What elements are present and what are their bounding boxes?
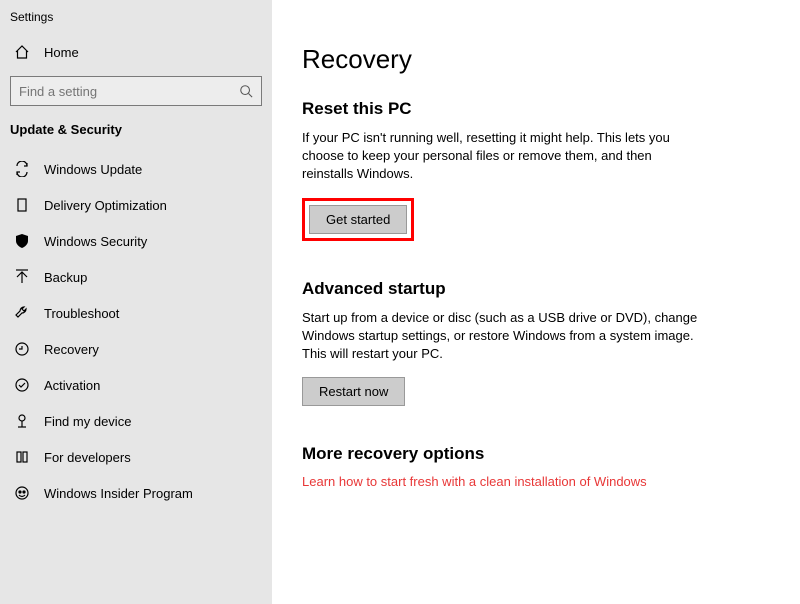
delivery-icon xyxy=(14,197,30,213)
nav-windows-update[interactable]: Windows Update xyxy=(0,151,272,187)
nav-label: Backup xyxy=(44,270,87,285)
shield-icon xyxy=(14,233,30,249)
nav-windows-security[interactable]: Windows Security xyxy=(0,223,272,259)
get-started-button[interactable]: Get started xyxy=(309,205,407,234)
section-more-recovery: More recovery options Learn how to start… xyxy=(302,444,770,489)
reset-body: If your PC isn't running well, resetting… xyxy=(302,129,702,184)
nav-label: Delivery Optimization xyxy=(44,198,167,213)
sync-icon xyxy=(14,161,30,177)
nav-activation[interactable]: Activation xyxy=(0,367,272,403)
search-box[interactable] xyxy=(10,76,262,106)
search-input[interactable] xyxy=(19,84,239,99)
nav-recovery[interactable]: Recovery xyxy=(0,331,272,367)
nav-troubleshoot[interactable]: Troubleshoot xyxy=(0,295,272,331)
nav-find-my-device[interactable]: Find my device xyxy=(0,403,272,439)
nav-label: Troubleshoot xyxy=(44,306,119,321)
nav-label: Windows Update xyxy=(44,162,142,177)
nav-windows-insider[interactable]: Windows Insider Program xyxy=(0,475,272,511)
nav-label: Recovery xyxy=(44,342,99,357)
wrench-icon xyxy=(14,305,30,321)
nav-home-label: Home xyxy=(44,45,79,60)
highlight-box: Get started xyxy=(302,198,414,241)
search-wrap xyxy=(0,70,272,116)
section-advanced-startup: Advanced startup Start up from a device … xyxy=(302,279,770,407)
nav-label: Find my device xyxy=(44,414,131,429)
home-icon xyxy=(14,44,30,60)
nav-home[interactable]: Home xyxy=(0,34,272,70)
more-heading: More recovery options xyxy=(302,444,770,464)
app-title: Settings xyxy=(0,10,272,34)
developer-icon xyxy=(14,449,30,465)
reset-heading: Reset this PC xyxy=(302,99,770,119)
advanced-heading: Advanced startup xyxy=(302,279,770,299)
nav-for-developers[interactable]: For developers xyxy=(0,439,272,475)
activation-icon xyxy=(14,377,30,393)
search-icon xyxy=(239,84,253,98)
nav-delivery-optimization[interactable]: Delivery Optimization xyxy=(0,187,272,223)
nav-label: Windows Security xyxy=(44,234,147,249)
section-label: Update & Security xyxy=(0,116,272,151)
nav-label: For developers xyxy=(44,450,131,465)
location-icon xyxy=(14,413,30,429)
sidebar: Settings Home Update & Security Wind xyxy=(0,0,272,604)
recovery-icon xyxy=(14,341,30,357)
restart-now-button[interactable]: Restart now xyxy=(302,377,405,406)
nav-label: Activation xyxy=(44,378,100,393)
fresh-install-link[interactable]: Learn how to start fresh with a clean in… xyxy=(302,474,647,489)
nav-label: Windows Insider Program xyxy=(44,486,193,501)
page-title: Recovery xyxy=(302,44,770,75)
nav-backup[interactable]: Backup xyxy=(0,259,272,295)
backup-icon xyxy=(14,269,30,285)
main-content: Recovery Reset this PC If your PC isn't … xyxy=(272,0,800,604)
insider-icon xyxy=(14,485,30,501)
section-reset-pc: Reset this PC If your PC isn't running w… xyxy=(302,99,770,241)
advanced-body: Start up from a device or disc (such as … xyxy=(302,309,702,364)
